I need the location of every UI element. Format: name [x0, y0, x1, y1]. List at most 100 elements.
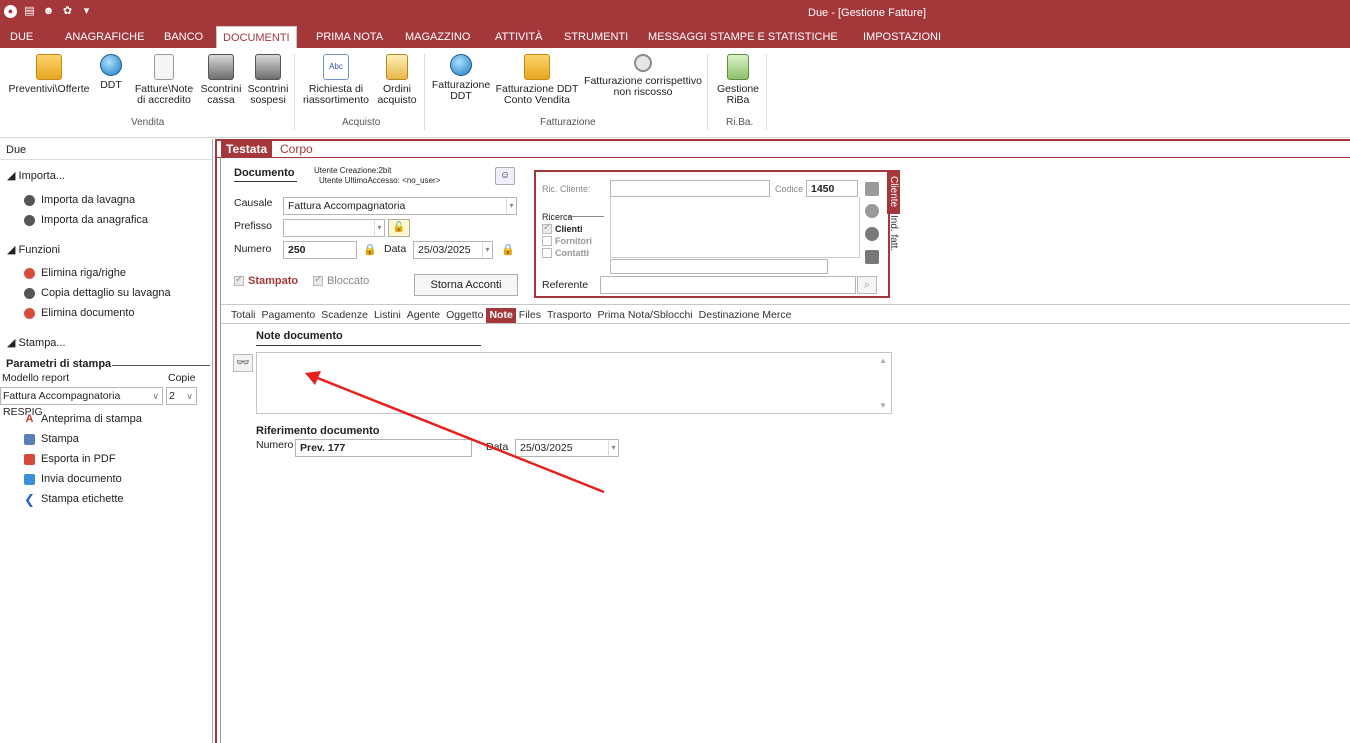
ribbon-separator [424, 54, 425, 130]
group-label-fatturazione: Fatturazione [540, 117, 596, 128]
copies-select[interactable]: 2 ∨ [166, 387, 197, 405]
copia-dettaglio-item[interactable]: Copia dettaglio su lavagna [24, 287, 171, 299]
tab-documenti[interactable]: DOCUMENTI [216, 26, 297, 48]
ribbon-separator [294, 54, 295, 130]
label-icon: ❮ [24, 491, 35, 507]
arrow-line [314, 375, 605, 494]
document-icon [154, 54, 174, 80]
globe-icon [450, 54, 472, 76]
printer-icon [255, 54, 281, 80]
fatturazione-corrispettivo-button[interactable]: Fatturazione corrispettivo non riscosso [580, 54, 706, 98]
esporta-pdf-item[interactable]: Esporta in PDF [24, 453, 116, 465]
abc-icon: Abc [323, 54, 349, 80]
magnifier-icon[interactable] [865, 204, 879, 218]
delete-icon [24, 307, 35, 319]
brush-icon[interactable] [865, 182, 879, 196]
fatture-note-button[interactable]: Fatture\Note di accredito [130, 54, 198, 106]
dropdown-icon[interactable]: ▾ [80, 5, 93, 18]
tab-banco[interactable]: BANCO [158, 26, 209, 48]
sidebar-title: Due [6, 144, 27, 156]
globe-icon [100, 54, 122, 76]
codice-input[interactable]: 1450 [806, 180, 858, 197]
fatturazione-ddt-conto-vendita-button[interactable]: Fatturazione DDT Conto Vendita [494, 54, 580, 106]
tab-stampe-statistiche[interactable]: STAMPE E STATISTICHE [704, 26, 844, 48]
gestione-riba-button[interactable]: Gestione RiBa [713, 54, 763, 106]
section-importa[interactable]: ◢ Importa... [7, 169, 65, 182]
ribbon: Preventivi\Offerte DDT Fatture\Note di a… [0, 48, 1350, 138]
ribbon-separator [766, 54, 767, 130]
params-header: Parametri di stampa [6, 358, 112, 370]
scontrini-cassa-button[interactable]: Scontrini cassa [198, 54, 244, 106]
tab-ind-fatt[interactable]: Ind. fatt. [887, 215, 900, 255]
main-panel: Testata Corpo Documento Utente Creazione… [215, 139, 1350, 743]
divider [112, 365, 210, 366]
tab-impostazioni[interactable]: IMPOSTAZIONI [857, 26, 947, 48]
report-model-select[interactable]: Fattura Accompagnatoria RESPIG ∨ [0, 387, 163, 418]
collapse-icon: ◢ [7, 244, 19, 256]
globe-icon[interactable] [865, 227, 879, 241]
quick-access-toolbar: ● ▤ ☻ ✿ ▾ [4, 5, 93, 18]
scroll-up-icon[interactable]: ▲ [879, 356, 887, 365]
section-stampa[interactable]: ◢ Stampa... [7, 336, 66, 349]
importa-da-anagrafica-item[interactable]: Importa da anagrafica [24, 214, 148, 226]
importa-da-lavagna-item[interactable]: Importa da lavagna [24, 194, 135, 206]
stampa-item[interactable]: Stampa [24, 433, 79, 445]
tab-cliente[interactable]: Cliente [887, 170, 900, 214]
search-icon[interactable]: ⌕ [857, 276, 877, 294]
tab-anagrafiche[interactable]: ANAGRAFICHE [59, 26, 150, 48]
codice-label: Codice [775, 184, 804, 194]
sidebar: Due ◢ Importa... Importa da lavagna Impo… [0, 139, 213, 743]
scroll-down-icon[interactable]: ▼ [879, 401, 887, 410]
chevron-down-icon: ∨ [152, 391, 159, 401]
tab-strumenti[interactable]: STRUMENTI [558, 26, 634, 48]
section-funzioni[interactable]: ◢ Funzioni [7, 243, 60, 256]
divider [0, 159, 212, 160]
invia-documento-item[interactable]: Invia documento [24, 473, 122, 485]
stampa-etichette-item[interactable]: ❮ Stampa etichette [24, 491, 124, 507]
richiesta-riassortimento-button[interactable]: Abc Richiesta di riassortimento [300, 54, 372, 106]
ordini-acquisto-button[interactable]: Ordini acquisto [374, 54, 420, 106]
copies-label: Copie [168, 372, 196, 384]
group-label-riba: Ri.Ba. [726, 117, 754, 128]
save-icon[interactable]: ▤ [23, 5, 36, 18]
tab-magazzino[interactable]: MAGAZZINO [399, 26, 476, 48]
folder-icon [36, 54, 62, 80]
preview-icon: A [25, 412, 34, 425]
gear-icon [634, 54, 652, 72]
menu-bar: DUE ANAGRAFICHE BANCO DOCUMENTI PRIMA NO… [0, 26, 1350, 48]
elimina-righe-item[interactable]: Elimina riga/righe [24, 267, 126, 279]
model-label: Modello report [2, 372, 70, 384]
window-title: Due - [Gestione Fatture] [808, 7, 926, 19]
card-icon[interactable] [865, 250, 879, 264]
import-icon [24, 214, 35, 226]
title-bar: ● ▤ ☻ ✿ ▾ Due - [Gestione Fatture] [0, 0, 1350, 26]
tab-attivita[interactable]: ATTIVITÀ [489, 26, 548, 48]
fatturazione-ddt-button[interactable]: Fatturazione DDT [428, 54, 494, 102]
printer-icon [208, 54, 234, 80]
referente-input[interactable] [600, 276, 856, 294]
riba-icon [727, 54, 749, 80]
printer-icon [24, 433, 35, 445]
address-box [610, 197, 860, 258]
scontrini-sospesi-button[interactable]: Scontrini sospesi [245, 54, 291, 106]
group-label-acquisto: Acquisto [342, 117, 381, 128]
subtab-destinazione-merce[interactable]: Destinazione Merce [696, 308, 795, 323]
collapse-icon: ◢ [7, 337, 19, 349]
ribbon-separator [707, 54, 708, 130]
group-label-vendita: Vendita [131, 117, 165, 128]
pdf-icon [24, 453, 35, 465]
anteprima-stampa-item[interactable]: A Anteprima di stampa [24, 413, 142, 425]
annotation-arrow [305, 371, 605, 494]
tab-prima-nota[interactable]: PRIMA NOTA [310, 26, 389, 48]
send-icon [24, 473, 35, 485]
preventivi-offerte-button[interactable]: Preventivi\Offerte [4, 54, 94, 95]
ddt-button[interactable]: DDT [96, 54, 126, 91]
tab-due[interactable]: DUE [4, 26, 39, 48]
box-icon [386, 54, 408, 80]
address-line-input[interactable] [610, 259, 828, 274]
tab-messaggi[interactable]: MESSAGGI [642, 26, 713, 48]
app-logo-icon[interactable]: ● [4, 5, 17, 18]
users-icon[interactable]: ☻ [42, 5, 55, 18]
elimina-documento-item[interactable]: Elimina documento [24, 307, 135, 319]
settings-icon[interactable]: ✿ [61, 5, 74, 18]
